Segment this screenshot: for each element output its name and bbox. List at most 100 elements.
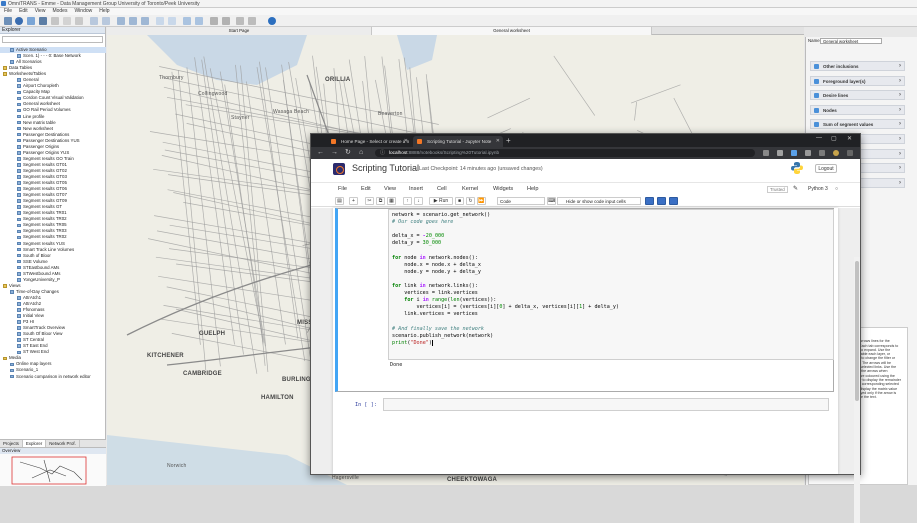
layer-checkbox[interactable]	[814, 107, 819, 113]
layer-item[interactable]: Other inclusions ›	[810, 61, 905, 71]
maximize-icon[interactable]: ▢	[831, 135, 837, 142]
reader-icon[interactable]	[763, 150, 769, 156]
app-logo-icon	[1, 1, 6, 6]
cut-icon[interactable]	[51, 17, 59, 25]
tab-general-worksheet[interactable]: General worksheet	[372, 27, 652, 35]
nb-menu-edit[interactable]: Edit	[361, 183, 371, 195]
zoom-icon[interactable]	[141, 17, 149, 25]
document-icon	[17, 114, 21, 119]
close-tab-icon[interactable]: ✕	[496, 136, 500, 147]
script-icon[interactable]	[236, 17, 244, 25]
undo-icon[interactable]	[90, 17, 98, 25]
notebook-title[interactable]: Scripting Tutorial	[352, 163, 419, 173]
redo-icon[interactable]	[102, 17, 110, 25]
grid-icon[interactable]	[168, 17, 176, 25]
explorer-tree-item[interactable]: Scenario comparison in network editor	[0, 374, 106, 380]
tile-icon[interactable]	[195, 17, 203, 25]
new-tab-icon[interactable]: +	[506, 136, 511, 146]
extension-icon[interactable]	[791, 150, 797, 156]
back-icon[interactable]: ←	[317, 148, 324, 158]
run-button[interactable]: ▶ Run	[429, 197, 453, 205]
explorer-search-input[interactable]	[2, 36, 103, 43]
layer-checkbox[interactable]	[814, 64, 819, 69]
notebook-scroll-area[interactable]: network = scenario.get_network() # Our c…	[311, 208, 860, 523]
move-up-button[interactable]: ↑	[403, 197, 412, 205]
layer-item[interactable]: Foreground layer(s) ›	[810, 75, 905, 86]
copy-icon[interactable]	[63, 17, 71, 25]
extension-a-icon[interactable]	[645, 197, 654, 205]
home-icon[interactable]: ⌂	[359, 148, 363, 158]
reload-icon[interactable]: ↻	[345, 148, 351, 158]
favorite-icon[interactable]	[777, 150, 783, 156]
copy-cell-button[interactable]: ⧉	[376, 197, 385, 205]
save-button[interactable]: ▤	[335, 197, 344, 205]
jupyter-logo-icon[interactable]	[333, 163, 345, 175]
selected-code-cell[interactable]: network = scenario.get_network() # Our c…	[335, 208, 834, 392]
settings-icon[interactable]	[210, 17, 218, 25]
menu-edit[interactable]: Edit	[19, 8, 28, 15]
view-name-select[interactable]: General worksheet	[820, 38, 882, 44]
paste-cell-button[interactable]: ▦	[387, 197, 396, 205]
trusted-indicator[interactable]: Trusted	[767, 186, 788, 193]
layer-checkbox[interactable]	[814, 93, 819, 99]
overview-minimap[interactable]	[0, 454, 106, 486]
nb-menu-widgets[interactable]: Widgets	[493, 183, 513, 195]
tools-icon[interactable]	[222, 17, 230, 25]
new-icon[interactable]	[4, 17, 12, 25]
open-icon[interactable]	[39, 17, 47, 25]
menu-file[interactable]: File	[4, 8, 12, 15]
pan-icon[interactable]	[129, 17, 137, 25]
tab-start-page[interactable]: Start Page	[107, 27, 372, 35]
window-icon[interactable]	[183, 17, 191, 25]
logout-button[interactable]: Logout	[815, 164, 837, 173]
move-down-button[interactable]: ↓	[414, 197, 423, 205]
code-editor[interactable]: network = scenario.get_network() # Our c…	[388, 209, 834, 360]
paste-icon[interactable]	[75, 17, 83, 25]
nb-menu-file[interactable]: File	[338, 183, 347, 195]
cell-type-select[interactable]: Code	[497, 197, 545, 205]
close-window-icon[interactable]: ✕	[847, 135, 852, 142]
sync-icon[interactable]	[819, 150, 825, 156]
cut-cell-button[interactable]: ✂	[365, 197, 374, 205]
browser-tab-scripting[interactable]: Scripting Tutorial - Jupyter Note ✕	[413, 136, 503, 147]
notebook-scrollbar[interactable]	[854, 257, 860, 523]
more-icon[interactable]	[847, 150, 853, 156]
menu-view[interactable]: View	[35, 8, 46, 15]
nb-menu-insert[interactable]: Insert	[409, 183, 423, 195]
forward-icon[interactable]: →	[331, 148, 338, 158]
minimize-icon[interactable]: —	[816, 135, 822, 141]
address-bar[interactable]: ⓘ localhost:8888/notebooks/Scripting%20T…	[375, 149, 755, 157]
scrollbar-thumb[interactable]	[855, 261, 859, 401]
menu-window[interactable]: Window	[74, 8, 92, 15]
refresh-icon[interactable]	[15, 17, 23, 25]
nb-menu-kernel[interactable]: Kernel	[462, 183, 478, 195]
empty-code-cell[interactable]	[383, 398, 829, 411]
help-icon[interactable]	[268, 17, 276, 25]
restart-run-all-button[interactable]: ⏩	[477, 197, 486, 205]
nb-menu-cell[interactable]: Cell	[437, 183, 447, 195]
command-palette-icon[interactable]: ⌨	[547, 197, 556, 205]
toggle-code-cells-button[interactable]: Hide or show code input cells	[557, 197, 641, 205]
nb-menu-help[interactable]: Help	[527, 183, 539, 195]
layer-checkbox[interactable]	[814, 122, 819, 128]
extension-c-icon[interactable]	[669, 197, 678, 205]
layer-icon[interactable]	[156, 17, 164, 25]
nb-menu-view[interactable]: View	[384, 183, 396, 195]
close-tab-icon[interactable]: ✕	[404, 136, 408, 147]
profile-icon[interactable]	[833, 150, 839, 156]
select-icon[interactable]	[117, 17, 125, 25]
extension-b-icon[interactable]	[657, 197, 666, 205]
layer-item[interactable]: Sum of segment values ›	[810, 119, 905, 130]
menu-modes[interactable]: Modes	[52, 8, 67, 15]
collections-icon[interactable]	[805, 150, 811, 156]
run-icon[interactable]	[248, 17, 256, 25]
layer-item[interactable]: Desire lines ›	[810, 90, 905, 101]
save-icon[interactable]	[27, 17, 35, 25]
restart-button[interactable]: ↻	[466, 197, 475, 205]
browser-tab-home[interactable]: Home Page - Select or create a n ✕	[327, 136, 411, 147]
interrupt-button[interactable]: ■	[455, 197, 464, 205]
insert-cell-button[interactable]: +	[349, 197, 358, 205]
layer-item[interactable]: Nodes ›	[810, 104, 905, 115]
menu-help[interactable]: Help	[99, 8, 109, 15]
layer-checkbox[interactable]	[814, 78, 819, 84]
